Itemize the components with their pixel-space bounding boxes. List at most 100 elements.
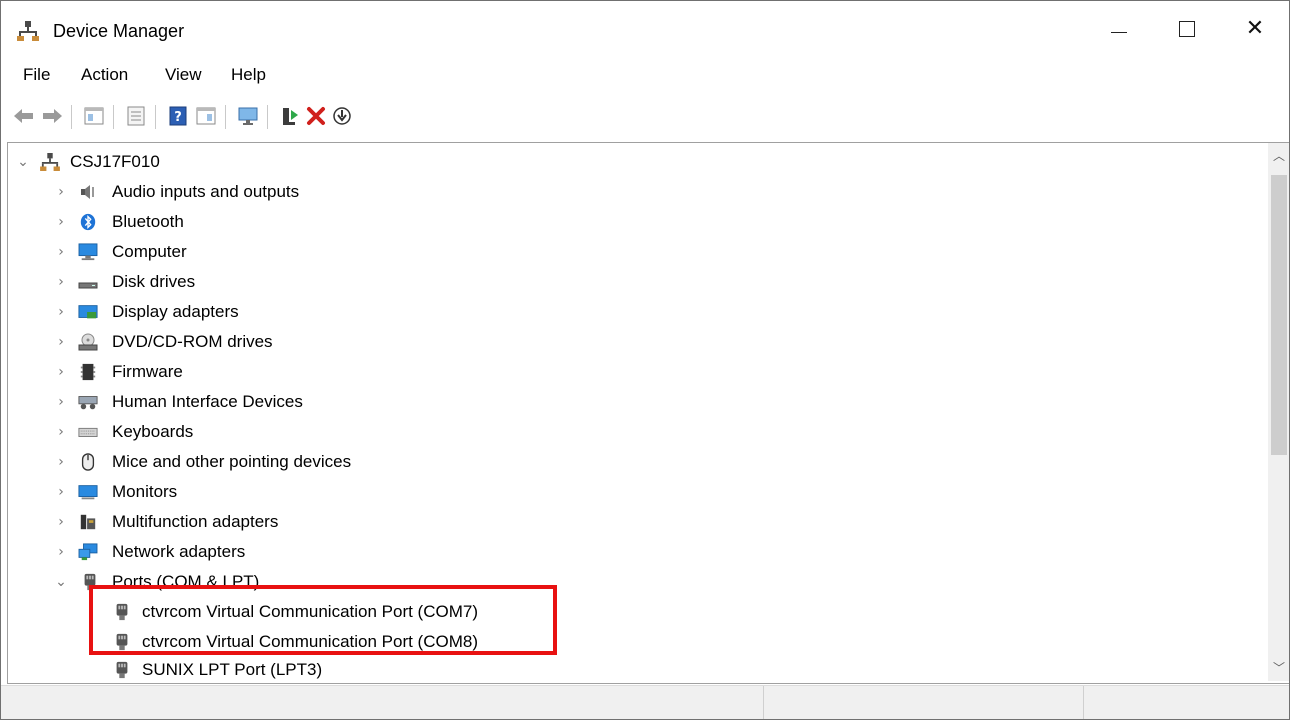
category-label: Multifunction adapters (112, 512, 279, 531)
computer-root-icon (40, 153, 60, 171)
toolbar-separator (225, 105, 226, 129)
tree-category[interactable]: › Monitors (8, 477, 1258, 507)
properties-icon (127, 106, 145, 126)
help-icon: ? (169, 106, 187, 126)
status-pane (7, 686, 764, 719)
collapsed-chevron-icon[interactable]: › (54, 452, 68, 472)
collapsed-chevron-icon[interactable]: › (54, 512, 68, 532)
tree-category[interactable]: › Firmware (8, 357, 1258, 387)
collapsed-chevron-icon[interactable]: › (54, 362, 68, 382)
disable-device-icon (333, 107, 351, 125)
tree-category[interactable]: › Audio inputs and outputs (8, 177, 1258, 207)
minimize-button[interactable] (1085, 1, 1153, 57)
collapsed-chevron-icon[interactable]: › (54, 392, 68, 412)
tree-category[interactable]: › Computer (8, 237, 1258, 267)
tree-device-lpt3[interactable]: SUNIX LPT Port (LPT3) (8, 655, 1258, 685)
monitor-icon (78, 485, 98, 500)
collapsed-chevron-icon[interactable]: › (54, 272, 68, 292)
speaker-icon (81, 185, 94, 199)
tree-category[interactable]: › Multifunction adapters (8, 507, 1258, 537)
disk-drive-icon (78, 282, 98, 289)
category-label: Human Interface Devices (112, 392, 303, 411)
collapsed-chevron-icon[interactable]: › (54, 302, 68, 322)
collapsed-chevron-icon[interactable]: › (54, 542, 68, 562)
hid-icon (78, 396, 98, 410)
category-label: Audio inputs and outputs (112, 182, 300, 201)
tree-category[interactable]: › Bluetooth (8, 207, 1258, 237)
status-pane (763, 686, 1084, 719)
action-pane-button[interactable] (193, 103, 219, 129)
vertical-scrollbar[interactable]: ︿ ﹀ (1268, 143, 1289, 681)
status-pane (1083, 686, 1283, 719)
show-hide-console-tree-button[interactable] (81, 103, 107, 129)
back-button[interactable] (11, 103, 37, 129)
disable-device-button[interactable] (329, 103, 355, 129)
close-button[interactable]: ✕ (1221, 1, 1289, 57)
collapsed-chevron-icon[interactable]: › (54, 332, 68, 352)
collapsed-chevron-icon[interactable]: › (54, 422, 68, 442)
network-adapter-icon (78, 543, 98, 561)
help-button[interactable]: ? (165, 103, 191, 129)
firmware-icon (80, 363, 96, 381)
collapsed-chevron-icon[interactable]: › (54, 182, 68, 202)
keyboard-icon (78, 427, 98, 437)
tree-category[interactable]: › Mice and other pointing devices (8, 447, 1258, 477)
multifunction-adapter-icon (80, 514, 96, 530)
update-driver-button[interactable] (277, 103, 303, 129)
tree-root[interactable]: ⌄ CSJ17F010 (8, 147, 1258, 177)
forward-arrow-icon (43, 109, 62, 123)
toolbar-separator (155, 105, 156, 129)
tree-category[interactable]: › Display adapters (8, 297, 1258, 327)
title-bar[interactable]: Device Manager ✕ (1, 1, 1289, 57)
action-pane-icon (196, 107, 216, 125)
scroll-down-arrow-icon[interactable]: ﹀ (1268, 655, 1289, 681)
scan-hardware-changes-icon (238, 107, 258, 125)
expanded-chevron-icon[interactable]: ⌄ (54, 572, 68, 592)
category-label: Firmware (112, 362, 183, 381)
port-icon (116, 661, 128, 679)
tree-category[interactable]: › DVD/CD-ROM drives (8, 327, 1258, 357)
show-hide-console-tree-icon (84, 107, 104, 125)
properties-button[interactable] (123, 103, 149, 129)
collapsed-chevron-icon[interactable]: › (54, 242, 68, 262)
category-label: Disk drives (112, 272, 196, 291)
tree-root-label: CSJ17F010 (70, 152, 160, 171)
category-label: Keyboards (112, 422, 194, 441)
menu-action[interactable]: Action (79, 65, 130, 85)
scroll-up-arrow-icon[interactable]: ︿ (1268, 143, 1289, 169)
expanded-chevron-icon[interactable]: ⌄ (16, 152, 30, 172)
category-label: Monitors (112, 482, 178, 501)
menu-view[interactable]: View (163, 65, 204, 85)
mouse-icon (81, 453, 95, 471)
category-label: Mice and other pointing devices (112, 452, 352, 471)
computer-icon (78, 243, 98, 261)
window-title: Device Manager (53, 21, 185, 41)
uninstall-device-button[interactable] (303, 103, 329, 129)
close-icon: ✕ (1245, 16, 1265, 41)
toolbar-separator (267, 105, 268, 129)
tree-category[interactable]: › Disk drives (8, 267, 1258, 297)
maximize-button[interactable] (1153, 1, 1221, 57)
tree-category[interactable]: › Human Interface Devices (8, 387, 1258, 417)
bluetooth-icon (80, 213, 96, 231)
forward-button[interactable] (39, 103, 65, 129)
menu-help[interactable]: Help (229, 65, 268, 85)
device-manager-app-icon (17, 21, 39, 41)
category-label: Bluetooth (112, 212, 184, 231)
svg-text:?: ? (174, 110, 182, 125)
uninstall-device-icon (307, 107, 325, 125)
maximize-icon (1179, 21, 1195, 37)
category-label: Computer (112, 242, 187, 261)
collapsed-chevron-icon[interactable]: › (54, 482, 68, 502)
tree-category[interactable]: › Keyboards (8, 417, 1258, 447)
minimize-icon (1111, 31, 1127, 33)
toolbar: ? (1, 95, 1289, 139)
status-bar (1, 685, 1289, 719)
category-label: DVD/CD-ROM drives (112, 332, 273, 351)
scrollbar-thumb[interactable] (1271, 175, 1287, 455)
dvd-drive-icon (78, 333, 98, 351)
scan-hardware-changes-button[interactable] (235, 103, 261, 129)
menu-file[interactable]: File (21, 65, 52, 85)
collapsed-chevron-icon[interactable]: › (54, 212, 68, 232)
tree-category[interactable]: › Network adapters (8, 537, 1258, 567)
